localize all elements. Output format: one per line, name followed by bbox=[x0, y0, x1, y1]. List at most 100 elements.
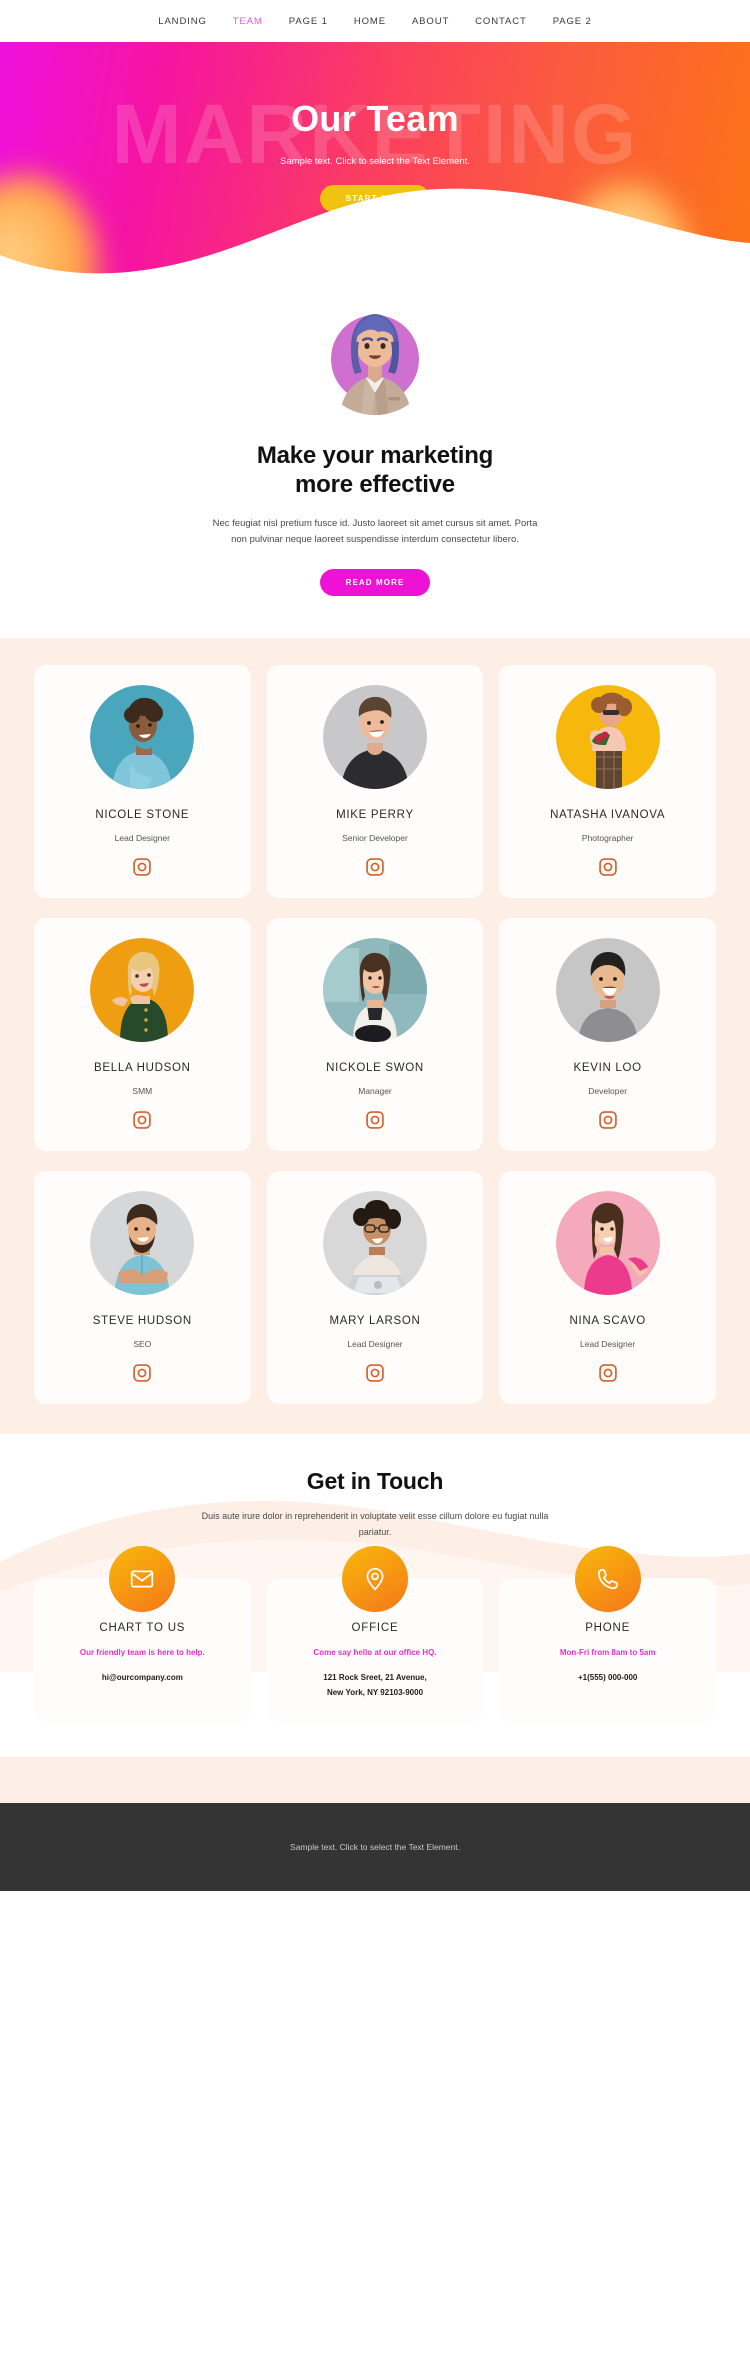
contact-paragraph: Duis aute irure dolor in reprehenderit i… bbox=[201, 1510, 549, 1537]
member-photo bbox=[90, 684, 195, 789]
member-role: Lead Designer bbox=[347, 1338, 403, 1349]
member-portrait-kevin-loo bbox=[555, 937, 660, 1042]
member-name: BELLA HUDSON bbox=[94, 1061, 191, 1074]
intro-heading-line-2: more effective bbox=[295, 471, 455, 499]
map-pin-icon bbox=[341, 1546, 408, 1613]
instagram-icon[interactable] bbox=[365, 857, 385, 882]
contact-bottom-spacer bbox=[0, 1756, 750, 1803]
contact-card-title: PHONE bbox=[585, 1622, 631, 1635]
hero-subtitle: Sample text. Click to select the Text El… bbox=[280, 156, 470, 167]
member-name: MIKE PERRY bbox=[336, 808, 414, 821]
team-member-card[interactable]: STEVE HUDSON SEO bbox=[34, 1170, 251, 1404]
contact-card-detail: +1(555) 000-000 bbox=[511, 1670, 704, 1685]
member-name: MARY LARSON bbox=[329, 1314, 421, 1327]
member-portrait-nickole-swon bbox=[322, 937, 427, 1042]
member-photo bbox=[322, 937, 427, 1042]
intro-heading-line-1: Make your marketing bbox=[256, 442, 494, 469]
member-portrait-mary-larson bbox=[322, 1190, 427, 1295]
contact-heading: Get in Touch bbox=[306, 1467, 444, 1494]
instagram-icon[interactable] bbox=[598, 1110, 618, 1135]
contact-detail-line: +1(555) 000-000 bbox=[577, 1673, 638, 1683]
team-grid: NICOLE STONE Lead Designer MIKE PERRY Se… bbox=[34, 664, 716, 1404]
team-member-card[interactable]: NICOLE STONE Lead Designer bbox=[34, 664, 251, 898]
member-role: SMM bbox=[132, 1085, 153, 1096]
contact-card-subtitle: Our friendly team is here to help. bbox=[79, 1648, 205, 1658]
team-member-card[interactable]: NICKOLE SWON Manager bbox=[266, 917, 484, 1151]
instagram-icon[interactable] bbox=[132, 1110, 152, 1135]
nav-item-contact[interactable]: CONTACT bbox=[475, 16, 527, 27]
intro-heading: Make your marketing more effective bbox=[0, 441, 750, 500]
member-role: SEO bbox=[133, 1338, 152, 1349]
member-photo bbox=[555, 937, 660, 1042]
contact-card-subtitle: Come say hello at our office HQ. bbox=[313, 1648, 437, 1658]
contact-card[interactable]: CHART TO US Our friendly team is here to… bbox=[34, 1546, 251, 1723]
member-role: Lead Designer bbox=[114, 832, 170, 843]
hero-title: Our Team bbox=[291, 98, 459, 139]
member-role: Senior Developer bbox=[342, 832, 408, 843]
member-portrait-bella-hudson bbox=[90, 937, 195, 1042]
team-member-card[interactable]: BELLA HUDSON SMM bbox=[34, 917, 251, 1151]
intro-section: Make your marketing more effective Nec f… bbox=[0, 277, 750, 638]
hero-wave-divider bbox=[0, 188, 750, 277]
envelope-icon bbox=[109, 1546, 176, 1613]
member-portrait-steve-hudson bbox=[90, 1190, 195, 1295]
footer-text: Sample text. Click to select the Text El… bbox=[290, 1841, 460, 1852]
nav-item-page-2[interactable]: PAGE 2 bbox=[553, 16, 592, 27]
team-section: NICOLE STONE Lead Designer MIKE PERRY Se… bbox=[0, 637, 750, 1434]
instagram-icon[interactable] bbox=[598, 1363, 618, 1388]
instagram-icon[interactable] bbox=[132, 857, 152, 882]
member-photo bbox=[90, 937, 195, 1042]
member-photo bbox=[90, 1190, 195, 1295]
member-photo bbox=[322, 1190, 427, 1295]
phone-icon bbox=[574, 1546, 641, 1613]
member-name: NICKOLE SWON bbox=[326, 1061, 424, 1074]
member-name: NINA SCAVO bbox=[569, 1314, 646, 1327]
contact-card-title: CHART TO US bbox=[99, 1622, 186, 1635]
instagram-icon[interactable] bbox=[598, 857, 618, 882]
instagram-icon[interactable] bbox=[365, 1110, 385, 1135]
contact-detail-line: New York, NY 92103-9000 bbox=[326, 1688, 424, 1698]
member-portrait-nina-scavo bbox=[555, 1190, 660, 1295]
nav-item-page-1[interactable]: PAGE 1 bbox=[289, 16, 328, 27]
member-name: NICOLE STONE bbox=[95, 808, 190, 821]
hero-section: MARKETING Our Team Sample text. Click to… bbox=[0, 42, 750, 277]
member-portrait-mike-perry bbox=[322, 684, 427, 789]
page-footer: Sample text. Click to select the Text El… bbox=[0, 1802, 750, 1891]
intro-paragraph: Nec feugiat nisl pretium fusce id. Justo… bbox=[212, 517, 538, 546]
contact-detail-line: 121 Rock Sreet, 21 Avenue, bbox=[323, 1673, 427, 1683]
member-photo bbox=[322, 684, 427, 789]
contact-section: Get in Touch Duis aute irure dolor in re… bbox=[0, 1433, 750, 1803]
team-member-card[interactable]: KEVIN LOO Developer bbox=[499, 917, 716, 1151]
member-name: NATASHA IVANOVA bbox=[550, 808, 666, 821]
contact-card-subtitle: Mon-Fri from 8am to 5am bbox=[559, 1648, 656, 1658]
team-member-card[interactable]: MARY LARSON Lead Designer bbox=[266, 1170, 484, 1404]
member-portrait-natasha-ivanova bbox=[555, 684, 660, 789]
member-role: Lead Designer bbox=[580, 1338, 636, 1349]
member-name: KEVIN LOO bbox=[573, 1061, 642, 1074]
main-navigation: LANDING TEAM PAGE 1 HOME ABOUT CONTACT P… bbox=[0, 0, 750, 42]
nav-item-landing[interactable]: LANDING bbox=[158, 16, 207, 27]
avatar bbox=[316, 297, 434, 415]
member-name: STEVE HUDSON bbox=[92, 1314, 192, 1327]
contact-card-title: OFFICE bbox=[351, 1622, 399, 1635]
member-portrait-nicole-stone bbox=[90, 684, 195, 789]
read-more-button[interactable]: READ MORE bbox=[319, 568, 431, 596]
nav-item-about[interactable]: ABOUT bbox=[412, 16, 449, 27]
instagram-icon[interactable] bbox=[132, 1363, 152, 1388]
contact-card[interactable]: PHONE Mon-Fri from 8am to 5am +1(555) 00… bbox=[499, 1546, 716, 1723]
nav-item-team[interactable]: TEAM bbox=[233, 16, 263, 27]
team-member-card[interactable]: NATASHA IVANOVA Photographer bbox=[499, 664, 716, 898]
contact-card[interactable]: OFFICE Come say hello at our office HQ. … bbox=[266, 1546, 484, 1723]
team-member-card[interactable]: MIKE PERRY Senior Developer bbox=[266, 664, 484, 898]
contact-card-detail: hi@ourcompany.com bbox=[46, 1670, 239, 1685]
member-photo bbox=[555, 684, 660, 789]
member-role: Photographer bbox=[581, 832, 634, 843]
member-photo bbox=[555, 1190, 660, 1295]
nav-item-home[interactable]: HOME bbox=[354, 16, 386, 27]
member-role: Manager bbox=[358, 1085, 392, 1096]
avatar-illustration bbox=[316, 297, 434, 415]
contact-detail-line: hi@ourcompany.com bbox=[101, 1673, 183, 1683]
instagram-icon[interactable] bbox=[365, 1363, 385, 1388]
contact-cards-grid: CHART TO US Our friendly team is here to… bbox=[34, 1546, 716, 1723]
team-member-card[interactable]: NINA SCAVO Lead Designer bbox=[499, 1170, 716, 1404]
